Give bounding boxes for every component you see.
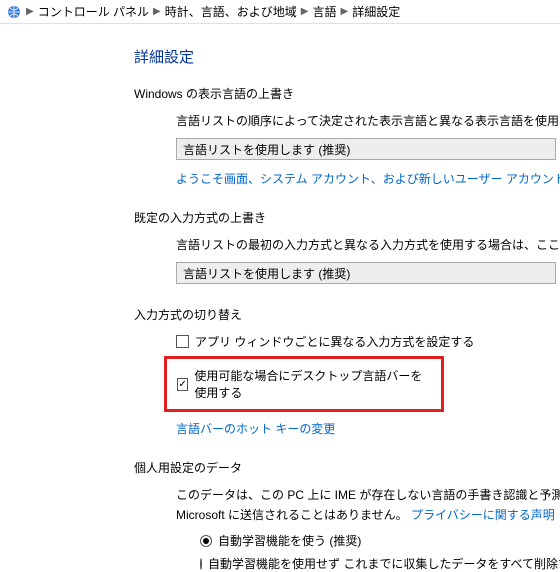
radio-label: 自動学習機能を使用せず これまでに収集したデータをすべて削除す [208,555,560,572]
select-value: 言語リストを使用します (推奨) [183,265,350,282]
default-input-select[interactable]: 言語リストを使用します (推奨) [176,262,556,284]
chevron-right-icon: ▶ [340,6,348,17]
section-desc: 言語リストの最初の入力方式と異なる入力方式を使用する場合は、ここで選択し [176,236,560,254]
privacy-link[interactable]: プライバシーに関する声明 [411,508,555,522]
display-language-select[interactable]: 言語リストを使用します (推奨) [176,138,556,160]
auto-learn-on-radio[interactable] [200,535,212,547]
section-default-input: 既定の入力方式の上書き 言語リストの最初の入力方式と異なる入力方式を使用する場合… [134,209,560,284]
section-desc: 言語リストの順序によって決定された表示言語と異なる表示言語を使用する場合 [176,112,560,130]
chevron-right-icon: ▶ [301,6,309,17]
hotkey-link[interactable]: 言語バーのホット キーの変更 [176,422,335,436]
breadcrumb-item[interactable]: 詳細設定 [352,3,400,20]
language-icon [6,4,22,20]
main-content: 詳細設定 Windows の表示言語の上書き 言語リストの順序によって決定された… [0,24,560,572]
section-label: Windows の表示言語の上書き [134,85,560,102]
section-label: 入力方式の切り替え [134,306,560,323]
radio-label: 自動学習機能を使う (推奨) [218,532,361,549]
desktop-langbar-checkbox[interactable]: ✓ [177,378,188,391]
auto-learn-off-radio[interactable] [200,558,202,570]
breadcrumb-item[interactable]: 言語 [312,3,336,20]
section-desc-cont: Microsoft に送信されることはありません。 [176,508,408,522]
welcome-screen-link[interactable]: ようこそ画面、システム アカウント、および新しいユーザー アカウントに言語設定を… [176,172,560,186]
page-title: 詳細設定 [134,46,560,67]
per-window-checkbox[interactable] [176,335,189,348]
section-personal-data: 個人用設定のデータ このデータは、この PC 上に IME が存在しない言語の手… [134,459,560,572]
breadcrumb-item[interactable]: コントロール パネル [38,3,149,20]
chevron-right-icon: ▶ [153,6,161,17]
chevron-right-icon: ▶ [26,6,34,17]
breadcrumb: ▶ コントロール パネル ▶ 時計、言語、および地域 ▶ 言語 ▶ 詳細設定 [0,0,560,24]
section-label: 個人用設定のデータ [134,459,560,476]
breadcrumb-item[interactable]: 時計、言語、および地域 [165,3,297,20]
checkbox-label: 使用可能な場合にデスクトップ言語バーを使用する [194,367,431,401]
section-label: 既定の入力方式の上書き [134,209,560,226]
section-input-switch: 入力方式の切り替え アプリ ウィンドウごとに異なる入力方式を設定する ✓ 使用可… [134,306,560,437]
section-display-language: Windows の表示言語の上書き 言語リストの順序によって決定された表示言語と… [134,85,560,187]
highlight-box: ✓ 使用可能な場合にデスクトップ言語バーを使用する [164,356,444,412]
checkbox-label: アプリ ウィンドウごとに異なる入力方式を設定する [195,333,474,350]
section-desc: このデータは、この PC 上に IME が存在しない言語の手書き認識と予測入力の… [176,486,560,504]
select-value: 言語リストを使用します (推奨) [183,141,350,158]
